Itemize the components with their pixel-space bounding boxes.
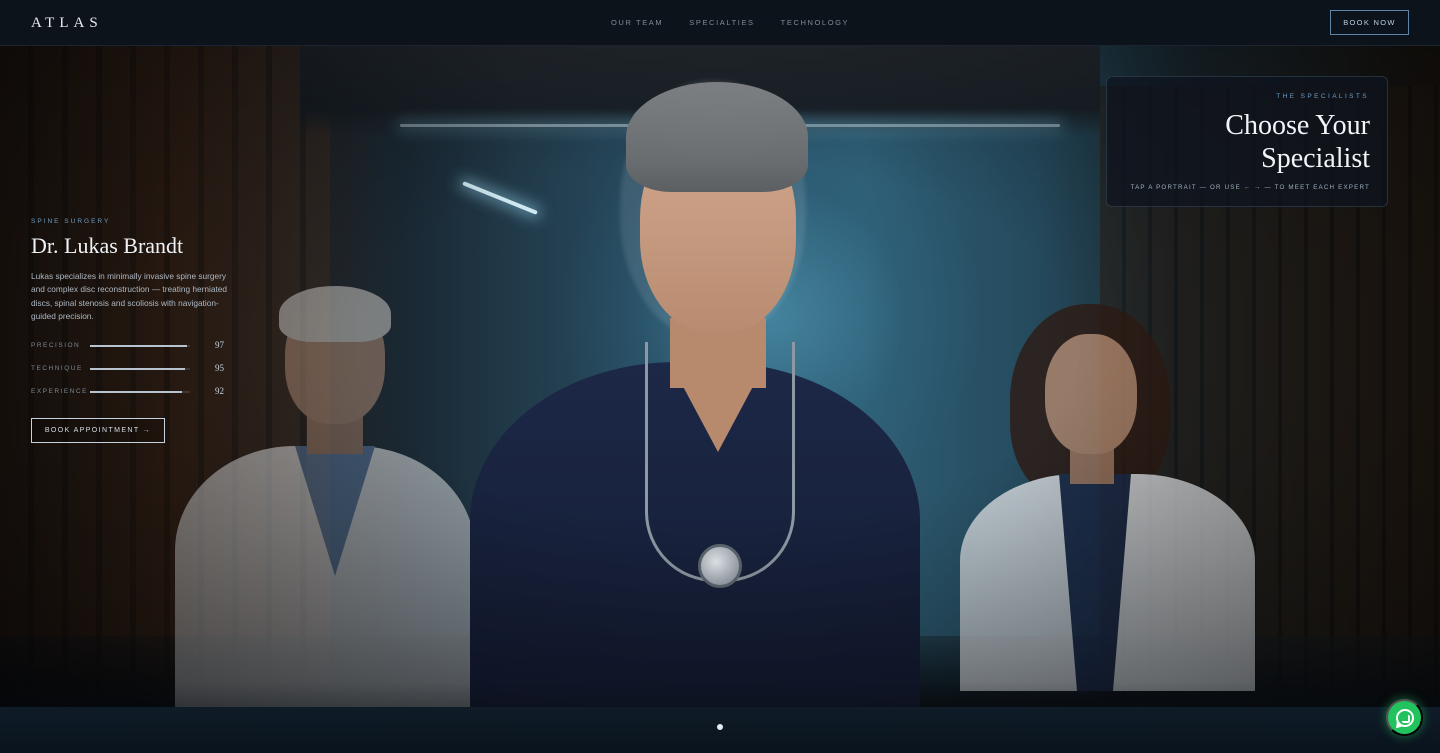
stat-value: 97 xyxy=(215,339,224,350)
book-now-button[interactable]: BOOK NOW xyxy=(1330,10,1409,35)
stat-value: 92 xyxy=(215,385,224,396)
stat-label: PRECISION xyxy=(31,341,81,349)
floor-veil-overlay xyxy=(0,682,1440,707)
stat-bar xyxy=(90,367,190,370)
specialist-stats: PRECISION 97 TECHNIQUE 95 EXPERIENCE 92 xyxy=(31,339,231,411)
carousel-dot-active[interactable] xyxy=(717,724,723,730)
stat-technique: TECHNIQUE 95 xyxy=(31,362,231,388)
stat-precision: PRECISION 97 xyxy=(31,339,231,365)
atlas-logo[interactable]: ATLAS xyxy=(31,15,103,32)
specialty-label: SPINE SURGERY xyxy=(31,218,111,225)
nav-link-specialties[interactable]: SPECIALTIES xyxy=(689,18,754,27)
stat-experience: EXPERIENCE 92 xyxy=(31,385,231,411)
card-eyebrow: THE SPECIALISTS xyxy=(1276,93,1369,100)
stat-value: 95 xyxy=(215,362,224,373)
specialists-card: THE SPECIALISTS Choose Your Specialist T… xyxy=(1106,76,1388,207)
stat-fill xyxy=(90,390,182,393)
specialist-bio: Lukas specializes in minimally invasive … xyxy=(31,271,228,322)
whatsapp-chat-button[interactable] xyxy=(1386,699,1423,736)
book-appointment-button[interactable]: BOOK APPOINTMENT → xyxy=(31,418,165,443)
bottom-strip xyxy=(0,707,1440,753)
specialist-info: SPINE SURGERY Dr. Lukas Brandt Lukas spe… xyxy=(31,218,231,411)
card-title: Choose Your Specialist xyxy=(1225,110,1370,174)
whatsapp-icon xyxy=(1395,708,1414,727)
stat-bar xyxy=(90,390,190,393)
card-hint: TAP A PORTRAIT — OR USE ← → — TO MEET EA… xyxy=(1130,184,1370,191)
nav-link-technology[interactable]: TECHNOLOGY xyxy=(781,18,850,27)
nav-link-our-team[interactable]: OUR TEAM xyxy=(611,18,663,27)
stat-label: EXPERIENCE xyxy=(31,387,88,395)
nav-links: OUR TEAM SPECIALTIES TECHNOLOGY xyxy=(611,18,849,27)
stat-fill xyxy=(90,344,187,347)
top-navigation: ATLAS OUR TEAM SPECIALTIES TECHNOLOGY BO… xyxy=(0,0,1440,46)
stat-label: TECHNIQUE xyxy=(31,364,83,372)
specialist-name: Dr. Lukas Brandt xyxy=(31,233,184,258)
stat-fill xyxy=(90,367,185,370)
stat-bar xyxy=(90,344,190,347)
